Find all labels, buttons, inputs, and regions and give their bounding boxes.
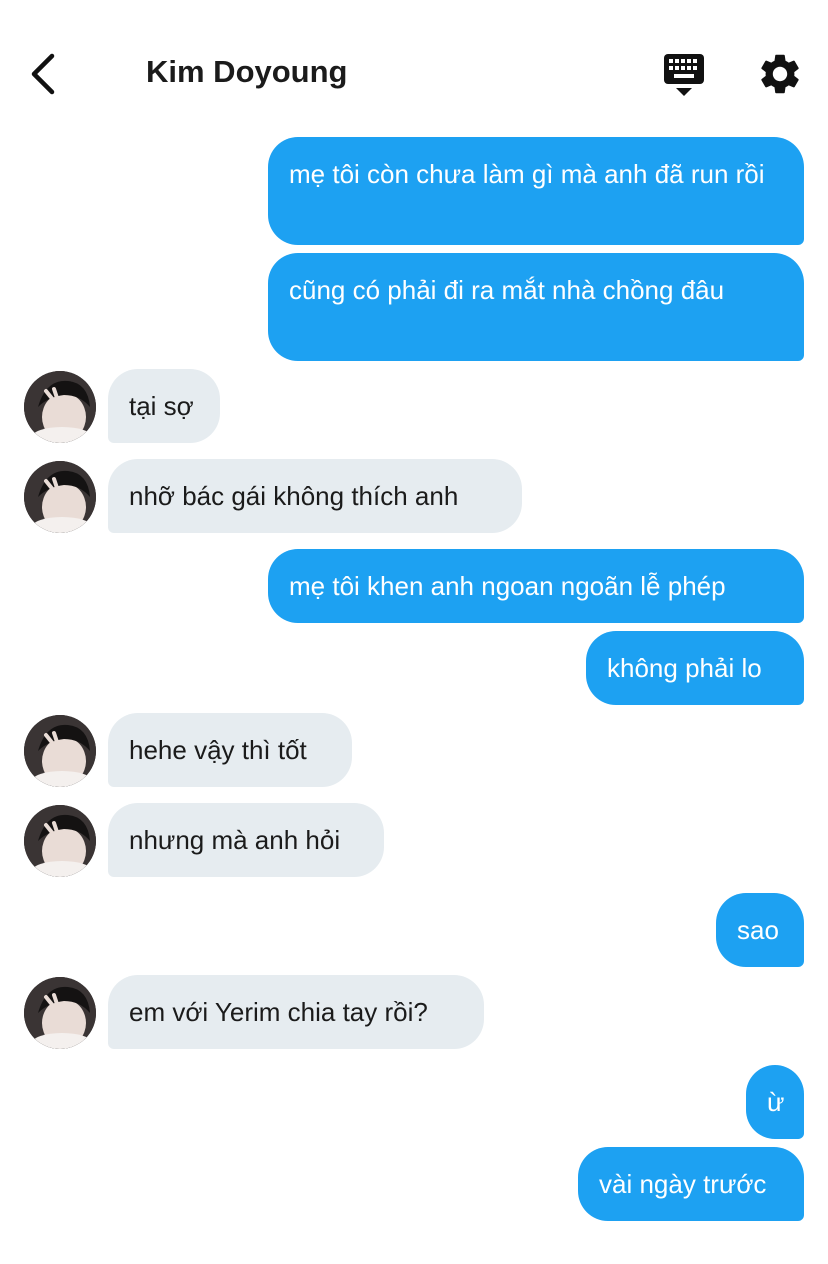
- outgoing-message-bubble[interactable]: mẹ tôi còn chưa làm gì mà anh đã run rồi: [268, 137, 804, 245]
- avatar-photo-icon: [24, 715, 96, 787]
- incoming-message-bubble[interactable]: tại sợ: [108, 369, 220, 443]
- outgoing-message-bubble[interactable]: không phải lo: [586, 631, 804, 705]
- incoming-message-bubble[interactable]: nhỡ bác gái không thích anh: [108, 459, 522, 533]
- avatar[interactable]: [24, 715, 96, 787]
- avatar[interactable]: [24, 371, 96, 443]
- message-row: em với Yerim chia tay rồi?: [0, 975, 828, 1049]
- outgoing-message-bubble[interactable]: ừ: [746, 1065, 804, 1139]
- incoming-message-bubble[interactable]: em với Yerim chia tay rồi?: [108, 975, 484, 1049]
- incoming-message-bubble[interactable]: nhưng mà anh hỏi: [108, 803, 384, 877]
- message-row: không phải lo: [0, 631, 828, 705]
- outgoing-message-bubble[interactable]: cũng có phải đi ra mắt nhà chồng đâu: [268, 253, 804, 361]
- message-row: tại sợ: [0, 369, 828, 443]
- avatar-photo-icon: [24, 371, 96, 443]
- message-row: ừ: [0, 1065, 828, 1139]
- incoming-message-bubble[interactable]: hehe vậy thì tốt: [108, 713, 352, 787]
- avatar[interactable]: [24, 805, 96, 877]
- outgoing-message-bubble[interactable]: mẹ tôi khen anh ngoan ngoãn lễ phép: [268, 549, 804, 623]
- avatar[interactable]: [24, 461, 96, 533]
- avatar-photo-icon: [24, 805, 96, 877]
- message-row: mẹ tôi khen anh ngoan ngoãn lễ phép: [0, 549, 828, 623]
- message-row: hehe vậy thì tốt: [0, 713, 828, 787]
- message-row: nhỡ bác gái không thích anh: [0, 459, 828, 533]
- message-row: nhưng mà anh hỏi: [0, 803, 828, 877]
- avatar-photo-icon: [24, 977, 96, 1049]
- avatar[interactable]: [24, 977, 96, 1049]
- message-row: vài ngày trước: [0, 1147, 828, 1221]
- message-row: cũng có phải đi ra mắt nhà chồng đâu: [0, 253, 828, 361]
- message-row: mẹ tôi còn chưa làm gì mà anh đã run rồi: [0, 137, 828, 245]
- outgoing-message-bubble[interactable]: sao: [716, 893, 804, 967]
- message-thread[interactable]: mẹ tôi còn chưa làm gì mà anh đã run rồi…: [0, 0, 828, 1264]
- message-row: sao: [0, 893, 828, 967]
- avatar-photo-icon: [24, 461, 96, 533]
- outgoing-message-bubble[interactable]: vài ngày trước: [578, 1147, 804, 1221]
